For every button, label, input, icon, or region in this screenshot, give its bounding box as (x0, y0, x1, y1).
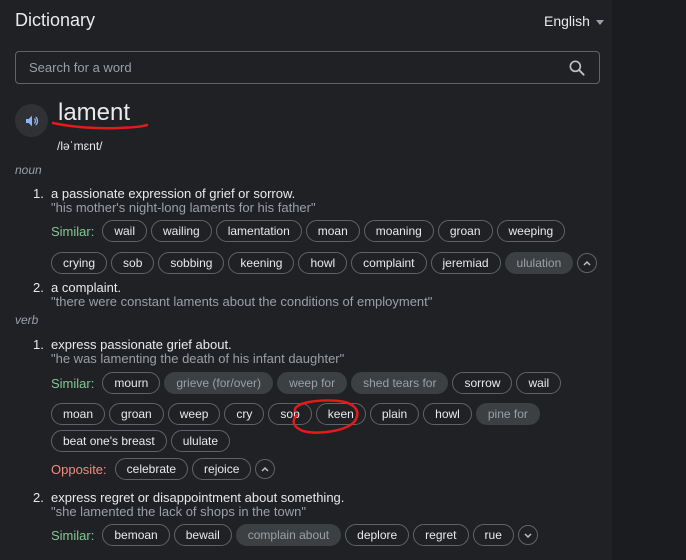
pos-verb: verb (15, 313, 39, 327)
similar-row: Similar: wail wailing lamentation moan m… (51, 220, 566, 242)
red-underline-annotation (51, 121, 149, 130)
pronounce-button[interactable] (15, 104, 48, 137)
definition: express regret or disappointment about s… (51, 490, 345, 505)
example: "he was lamenting the death of his infan… (51, 351, 345, 366)
synonym-chip[interactable]: regret (413, 524, 469, 546)
synonym-chip[interactable]: bemoan (102, 524, 170, 546)
synonym-chip[interactable]: complaint (351, 252, 427, 274)
synonym-chip[interactable]: wail (102, 220, 148, 242)
synonym-chip[interactable]: moan (51, 403, 106, 425)
pos-noun: noun (15, 163, 42, 177)
opposite-row: Opposite: celebrate rejoice (51, 458, 276, 480)
synonym-chip[interactable]: howl (423, 403, 472, 425)
chevron-up-icon (583, 260, 591, 266)
synonym-chip[interactable]: groan (109, 403, 164, 425)
search-icon[interactable] (567, 58, 587, 78)
synonym-chip[interactable]: plain (369, 403, 420, 425)
speaker-icon (25, 115, 38, 126)
similar-row: crying sob sobbing keening howl complain… (51, 252, 598, 274)
definition: a passionate expression of grief or sorr… (51, 186, 296, 201)
chevron-down-icon (524, 533, 532, 539)
sense-number: 1. (33, 337, 44, 352)
synonym-chip[interactable]: moaning (363, 220, 434, 242)
similar-row: beat one's breast ululate (51, 430, 231, 452)
synonym-chip[interactable]: deplore (345, 524, 410, 546)
search-input[interactable]: Search for a word (29, 60, 567, 75)
example: "his mother's night-long laments for his… (51, 200, 316, 215)
collapse-button[interactable] (577, 253, 598, 273)
synonym-chip[interactable]: weep for (277, 372, 348, 394)
collapse-button[interactable] (255, 459, 276, 479)
synonym-chip[interactable]: sob (111, 252, 155, 274)
caret-down-icon (595, 19, 604, 25)
antonym-chip[interactable]: celebrate (114, 458, 189, 480)
chevron-up-icon (261, 466, 269, 472)
synonym-chip[interactable]: sobbing (158, 252, 225, 274)
synonym-chip[interactable]: lamentation (215, 220, 302, 242)
similar-label: Similar: (51, 223, 95, 239)
pronunciation: /ləˈmɛnt/ (57, 139, 103, 153)
similar-label: Similar: (51, 527, 95, 543)
synonym-chip[interactable]: weep (167, 403, 221, 425)
synonym-chip[interactable]: cry (224, 403, 265, 425)
definition: express passionate grief about. (51, 337, 232, 352)
synonym-chip[interactable]: pine for (475, 403, 540, 425)
right-panel-strip (612, 0, 686, 560)
antonym-chip[interactable]: rejoice (192, 458, 252, 480)
synonym-chip[interactable]: ululation (504, 252, 574, 274)
synonym-chip[interactable]: ululate (170, 430, 231, 452)
example: "she lamented the lack of shops in the t… (51, 504, 306, 519)
language-label: English (544, 13, 590, 29)
synonym-chip[interactable]: crying (51, 252, 108, 274)
sense-number: 2. (33, 280, 44, 295)
language-selector[interactable]: English (544, 13, 604, 29)
similar-label: Similar: (51, 375, 95, 391)
synonym-chip[interactable]: shed tears for (351, 372, 449, 394)
synonym-chip[interactable]: complain about (235, 524, 342, 546)
sense-number: 1. (33, 186, 44, 201)
synonym-chip[interactable]: moan (305, 220, 360, 242)
example: "there were constant laments about the c… (51, 294, 433, 309)
app-title: Dictionary (15, 10, 96, 30)
synonym-chip[interactable]: bewail (173, 524, 232, 546)
synonym-chip[interactable]: wail (516, 372, 562, 394)
synonym-chip[interactable]: weeping (496, 220, 566, 242)
definition: a complaint. (51, 280, 122, 295)
similar-row: Similar: bemoan bewail complain about de… (51, 524, 538, 546)
synonym-chip[interactable]: beat one's breast (51, 430, 167, 452)
synonym-chip[interactable]: keening (228, 252, 295, 274)
synonym-chip[interactable]: grieve (for/over) (164, 372, 274, 394)
search-box[interactable]: Search for a word (15, 51, 600, 84)
synonym-chip[interactable]: mourn (102, 372, 161, 394)
sense-number: 2. (33, 490, 44, 505)
opposite-label: Opposite: (51, 461, 107, 477)
synonym-chip[interactable]: groan (437, 220, 493, 242)
synonym-chip[interactable]: wailing (151, 220, 212, 242)
synonym-chip[interactable]: jeremiad (430, 252, 501, 274)
red-circle-annotation (292, 399, 359, 434)
synonym-chip[interactable]: howl (298, 252, 348, 274)
similar-row: Similar: mourn grieve (for/over) weep fo… (51, 372, 562, 394)
synonym-chip[interactable]: sorrow (452, 372, 513, 394)
expand-button[interactable] (517, 525, 538, 545)
synonym-chip[interactable]: rue (472, 524, 514, 546)
